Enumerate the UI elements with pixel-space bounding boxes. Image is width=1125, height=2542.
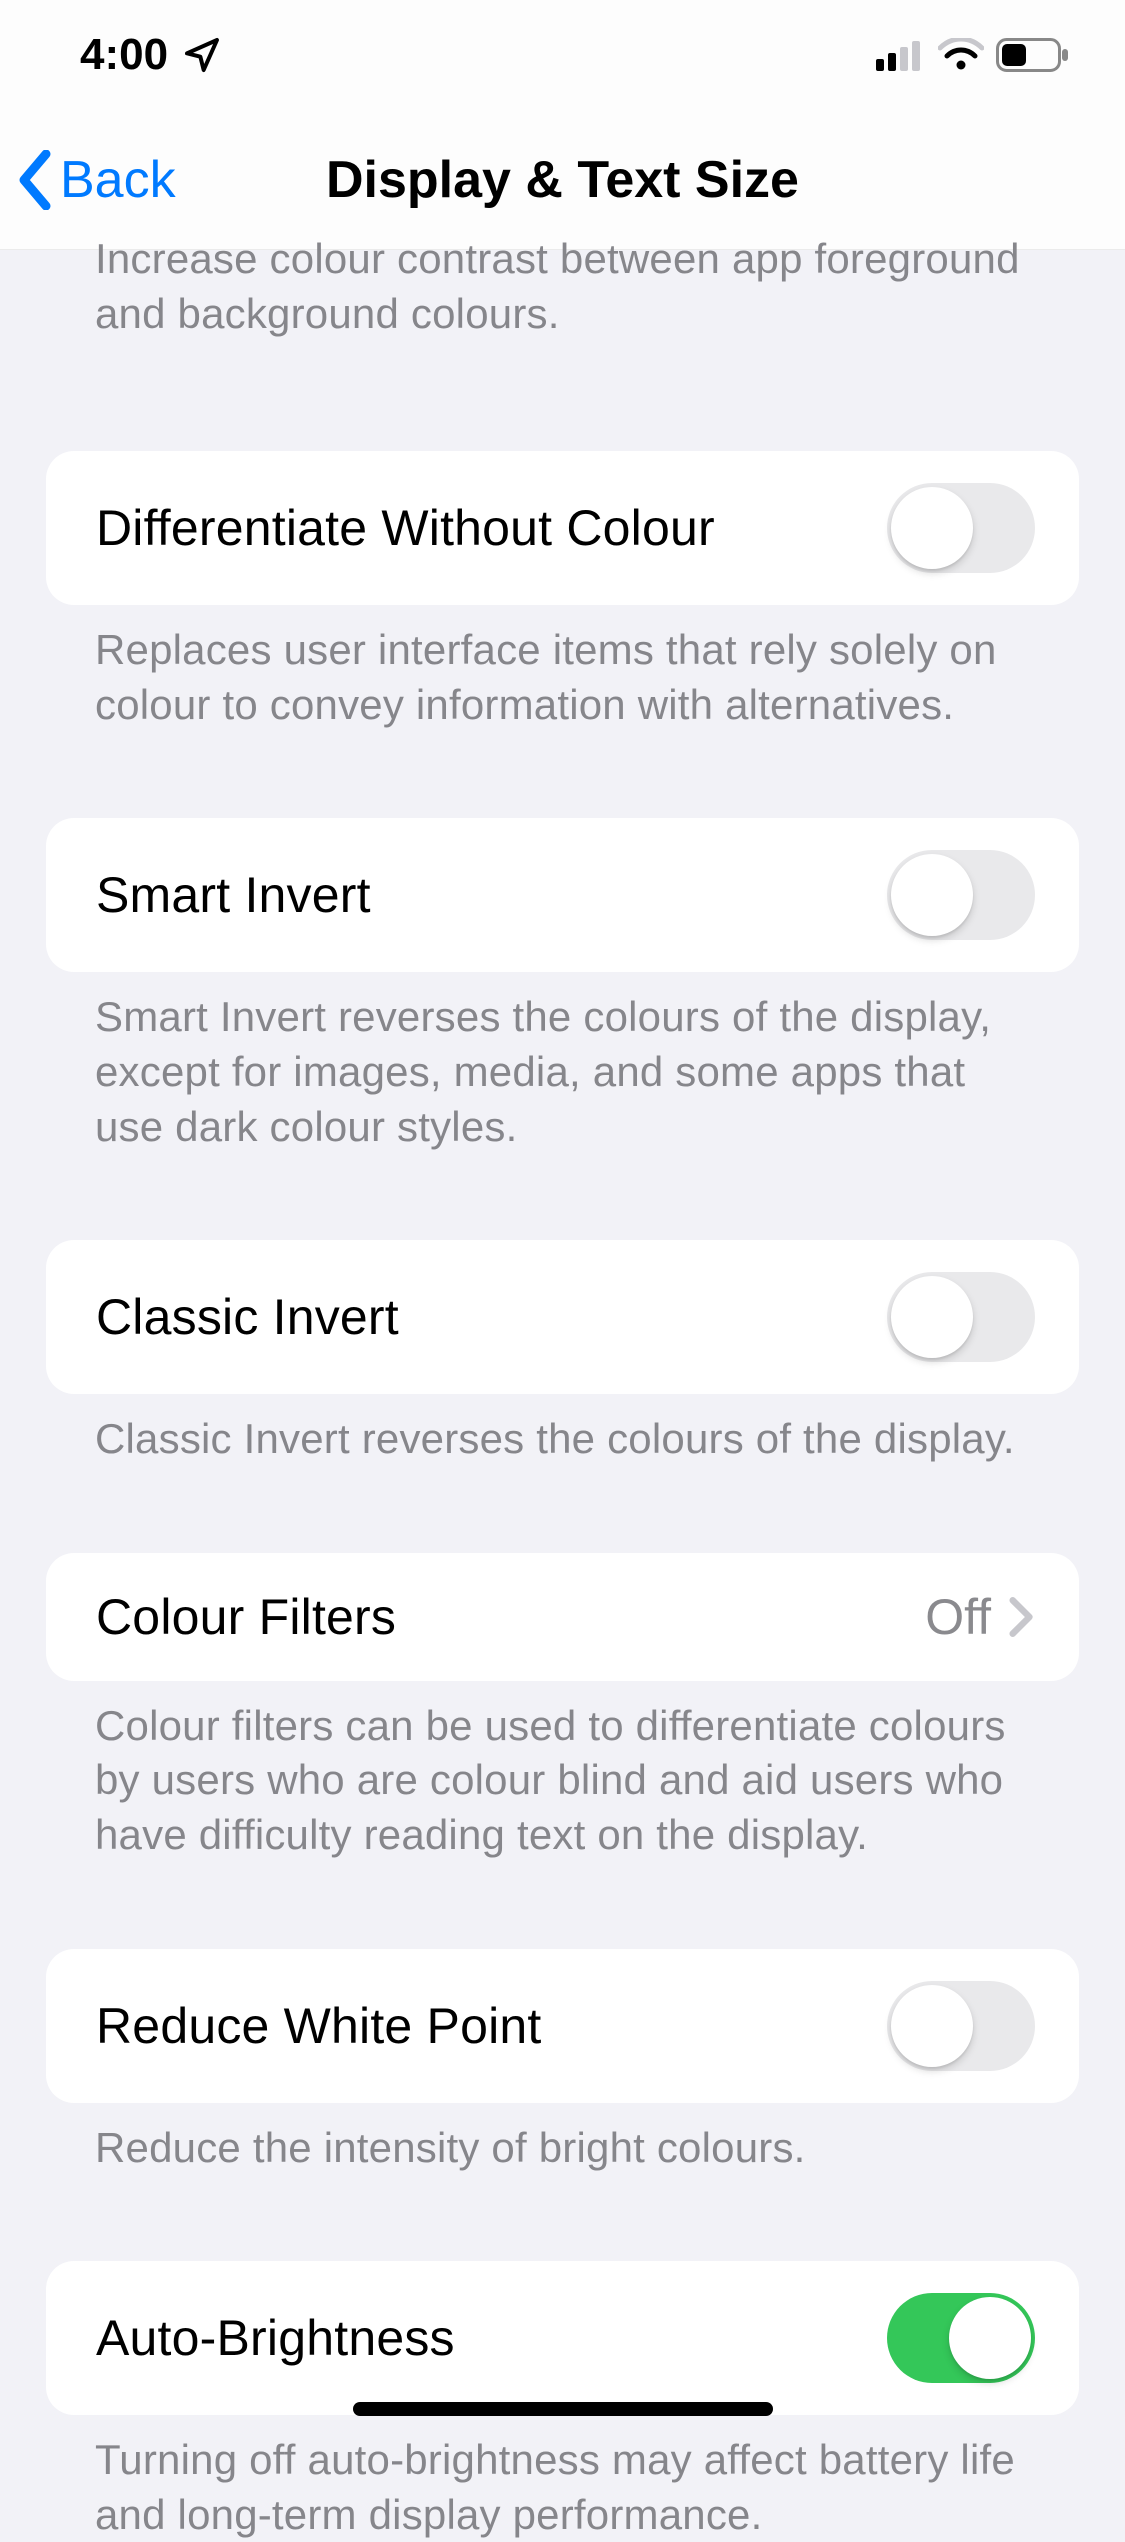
section-colour-filters: Colour Filters Off Colour filters can be… bbox=[0, 1553, 1125, 1863]
section-classic-invert: Classic Invert Classic Invert reverses t… bbox=[0, 1240, 1125, 1467]
desc-smart-invert: Smart Invert reverses the colours of the… bbox=[0, 972, 1125, 1154]
toggle-differentiate-without-colour[interactable] bbox=[887, 483, 1035, 573]
row-smart-invert[interactable]: Smart Invert bbox=[46, 818, 1079, 972]
section-smart-invert: Smart Invert Smart Invert reverses the c… bbox=[0, 818, 1125, 1154]
back-button[interactable]: Back bbox=[0, 150, 176, 210]
desc-classic-invert: Classic Invert reverses the colours of t… bbox=[0, 1394, 1125, 1467]
section-reduce-white-point: Reduce White Point Reduce the intensity … bbox=[0, 1949, 1125, 2176]
settings-content[interactable]: Increase colour contrast between app for… bbox=[0, 250, 1125, 2436]
row-reduce-white-point[interactable]: Reduce White Point bbox=[46, 1949, 1079, 2103]
row-colour-filters[interactable]: Colour Filters Off bbox=[46, 1553, 1079, 1681]
desc-auto-brightness: Turning off auto-brightness may affect b… bbox=[0, 2415, 1125, 2542]
row-label: Reduce White Point bbox=[96, 1997, 542, 2055]
row-classic-invert[interactable]: Classic Invert bbox=[46, 1240, 1079, 1394]
location-icon bbox=[182, 35, 222, 75]
row-label: Classic Invert bbox=[96, 1288, 399, 1346]
truncated-prev-description: Increase colour contrast between app for… bbox=[0, 232, 1125, 365]
chevron-left-icon bbox=[18, 150, 54, 210]
row-auto-brightness[interactable]: Auto-Brightness bbox=[46, 2261, 1079, 2415]
toggle-reduce-white-point[interactable] bbox=[887, 1981, 1035, 2071]
desc-differentiate-without-colour: Replaces user interface items that rely … bbox=[0, 605, 1125, 732]
battery-icon bbox=[996, 38, 1070, 72]
status-bar: 4:00 bbox=[0, 0, 1125, 110]
status-right bbox=[876, 38, 1070, 72]
row-label: Smart Invert bbox=[96, 866, 371, 924]
wifi-icon bbox=[938, 38, 984, 72]
toggle-smart-invert[interactable] bbox=[887, 850, 1035, 940]
status-left: 4:00 bbox=[80, 30, 222, 80]
row-value-colour-filters: Off bbox=[925, 1588, 991, 1646]
row-label: Differentiate Without Colour bbox=[96, 499, 715, 557]
status-time: 4:00 bbox=[80, 30, 168, 80]
row-label: Colour Filters bbox=[96, 1588, 396, 1646]
section-differentiate-without-colour: Differentiate Without Colour Replaces us… bbox=[0, 451, 1125, 732]
toggle-auto-brightness[interactable] bbox=[887, 2293, 1035, 2383]
home-indicator[interactable] bbox=[353, 2402, 773, 2416]
desc-colour-filters: Colour filters can be used to differenti… bbox=[0, 1681, 1125, 1863]
row-differentiate-without-colour[interactable]: Differentiate Without Colour bbox=[46, 451, 1079, 605]
toggle-classic-invert[interactable] bbox=[887, 1272, 1035, 1362]
desc-reduce-white-point: Reduce the intensity of bright colours. bbox=[0, 2103, 1125, 2176]
back-label: Back bbox=[60, 150, 176, 210]
row-label: Auto-Brightness bbox=[96, 2309, 455, 2367]
chevron-right-icon bbox=[1009, 1595, 1035, 1639]
cellular-icon bbox=[876, 39, 926, 71]
nav-bar: Back Display & Text Size bbox=[0, 110, 1125, 250]
